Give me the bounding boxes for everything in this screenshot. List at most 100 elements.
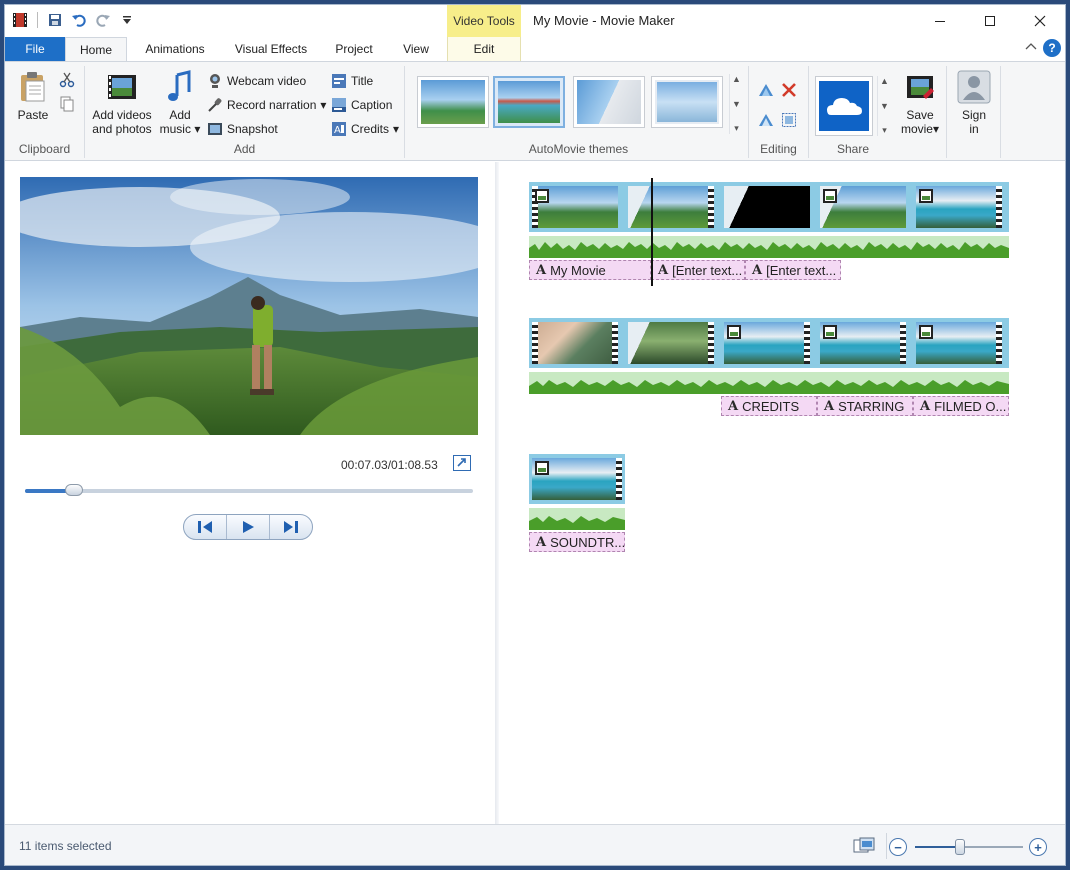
record-narration-button[interactable]: Record narration ▾ <box>207 96 326 114</box>
caption-credits[interactable]: A CREDITS <box>721 396 817 416</box>
collapse-ribbon-icon[interactable] <box>1025 41 1037 53</box>
customize-qat-chevron-icon[interactable] <box>118 11 136 29</box>
share-scroll-up-icon[interactable]: ▲ <box>880 76 889 86</box>
seek-bar[interactable] <box>25 484 473 496</box>
tab-visual-effects[interactable]: Visual Effects <box>223 37 319 61</box>
clip-5[interactable] <box>916 186 1002 228</box>
clip-6[interactable] <box>532 322 618 364</box>
caption-enter-text-2[interactable]: A [Enter text... <box>745 260 841 280</box>
qat-separator <box>37 12 38 28</box>
rotate-left-icon[interactable] <box>757 82 775 101</box>
snapshot-button[interactable]: Snapshot <box>207 120 278 138</box>
caption-starring[interactable]: A STARRING <box>817 396 913 416</box>
zoom-out-button[interactable]: − <box>889 838 907 856</box>
play-button[interactable] <box>227 515 270 539</box>
caption-text: SOUNDTR... <box>550 534 625 550</box>
previous-frame-button[interactable] <box>184 515 227 539</box>
transition-marker <box>724 186 754 228</box>
close-button[interactable] <box>1015 5 1065 37</box>
seek-thumb[interactable] <box>65 484 84 496</box>
themes-more-icon[interactable]: ▾ <box>734 123 739 134</box>
theme-fade[interactable] <box>573 76 645 128</box>
save-movie-button[interactable]: Save movie▾ <box>897 70 943 136</box>
caption-enter-text-1[interactable]: A [Enter text... <box>651 260 745 280</box>
share-gallery-scroll[interactable]: ▲ ▼ ▾ <box>877 76 891 136</box>
add-videos-and-photos-button[interactable]: Add videos and photos <box>89 70 155 136</box>
save-icon[interactable] <box>46 11 64 29</box>
caption-button[interactable]: Caption <box>331 96 392 114</box>
film-edge <box>708 186 714 228</box>
clip-1[interactable] <box>532 186 618 228</box>
audio-track-row-2[interactable] <box>529 372 1009 394</box>
minimize-button[interactable] <box>915 5 965 37</box>
select-all-icon[interactable] <box>781 112 797 131</box>
preview-monitor[interactable] <box>20 177 478 435</box>
clip-10[interactable] <box>916 322 1002 364</box>
fullscreen-preview-icon[interactable] <box>453 455 471 471</box>
clip-8[interactable] <box>724 322 810 364</box>
tab-home[interactable]: Home <box>65 37 127 62</box>
themes-scroll-down-icon[interactable]: ▼ <box>732 99 741 109</box>
tab-project[interactable]: Project <box>325 37 383 61</box>
zoom-slider[interactable] <box>915 839 1023 855</box>
paste-button[interactable]: Paste <box>13 70 53 122</box>
webcam-icon <box>210 74 220 88</box>
theme-preview-4 <box>655 80 719 124</box>
storyboard-view-icon[interactable] <box>853 837 875 855</box>
onedrive-share-button[interactable] <box>815 76 873 136</box>
themes-gallery-scroll[interactable]: ▲ ▼ ▾ <box>729 74 743 134</box>
tab-animations[interactable]: Animations <box>133 37 217 61</box>
audio-track-row-3[interactable] <box>529 508 625 530</box>
share-more-icon[interactable]: ▾ <box>882 125 887 136</box>
next-frame-button[interactable] <box>270 515 312 539</box>
title-button[interactable]: Title <box>331 72 373 90</box>
sign-in-button[interactable]: Sign in <box>953 70 995 136</box>
clip-9[interactable] <box>820 322 906 364</box>
photo-badge-icon <box>823 189 837 203</box>
maximize-button[interactable] <box>965 5 1015 37</box>
clip-7[interactable] <box>628 322 714 364</box>
title-icon <box>332 74 346 88</box>
undo-icon[interactable] <box>70 11 88 29</box>
rotate-right-icon[interactable] <box>757 112 775 131</box>
video-tools-context-label: Video Tools <box>447 5 521 37</box>
theme-pan-and-zoom[interactable] <box>651 76 723 128</box>
record-narration-dropdown-icon: ▾ <box>320 98 327 112</box>
theme-preview-3 <box>577 80 641 124</box>
share-scroll-down-icon[interactable]: ▼ <box>880 101 889 111</box>
caption-row-1: A My Movie A [Enter text... A [Enter text..… <box>529 260 841 280</box>
group-automovie-themes: ▲ ▼ ▾ AutoMovie themes <box>409 66 749 158</box>
tab-file[interactable]: File <box>5 37 65 61</box>
zoom-slider-thumb[interactable] <box>955 839 966 855</box>
caption-filmed-on[interactable]: A FILMED O... <box>913 396 1009 416</box>
help-icon[interactable]: ? <box>1043 39 1061 57</box>
cut-icon[interactable] <box>59 72 75 88</box>
clip-11[interactable] <box>532 458 622 500</box>
credits-button[interactable]: A Credits ▾ <box>331 120 399 138</box>
tab-edit[interactable]: Edit <box>447 37 521 61</box>
save-movie-label-text: movie <box>900 122 933 136</box>
redo-icon[interactable] <box>94 11 112 29</box>
theme-contemporary[interactable] <box>417 76 489 128</box>
webcam-video-button[interactable]: Webcam video <box>207 72 306 90</box>
audio-track-row-1[interactable] <box>529 236 1009 258</box>
caption-my-movie[interactable]: A My Movie <box>529 260 651 280</box>
clip-4[interactable] <box>820 186 906 228</box>
theme-cinematic[interactable] <box>493 76 565 128</box>
playhead-cursor[interactable] <box>651 178 653 286</box>
zoom-in-button[interactable]: + <box>1029 838 1047 856</box>
clip-2[interactable] <box>628 186 714 228</box>
text-overlay-icon: A <box>536 262 547 278</box>
window-controls <box>915 5 1065 37</box>
snapshot-label: Snapshot <box>227 122 278 136</box>
movie-maker-icon[interactable] <box>11 11 29 29</box>
copy-icon[interactable] <box>59 96 75 112</box>
remove-icon[interactable] <box>781 82 797 101</box>
themes-scroll-up-icon[interactable]: ▲ <box>732 74 741 84</box>
caption-soundtrack[interactable]: A SOUNDTR... <box>529 532 625 552</box>
tab-view[interactable]: View <box>389 37 443 61</box>
clip-3[interactable] <box>724 186 810 228</box>
group-label-clipboard: Clipboard <box>18 142 71 156</box>
add-music-button[interactable]: Add music ▾ <box>157 70 203 136</box>
caption-text: My Movie <box>550 262 606 278</box>
